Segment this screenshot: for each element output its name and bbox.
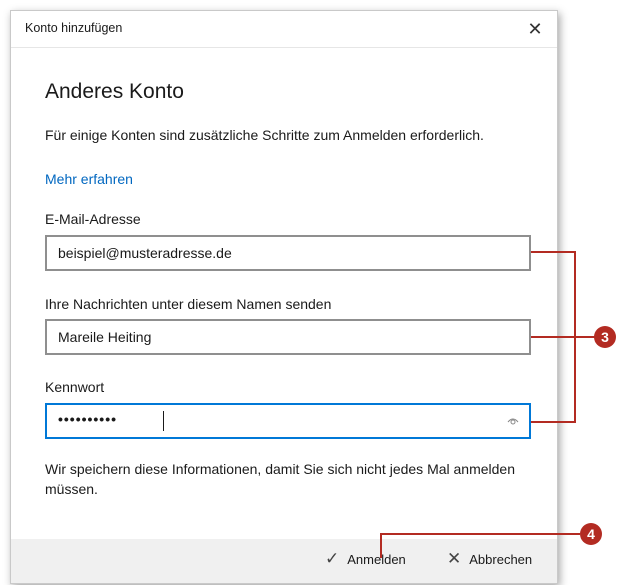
dialog-title: Konto hinzufügen xyxy=(25,21,123,35)
checkmark-icon: ✓ xyxy=(325,549,340,568)
callout-line-name xyxy=(531,336,596,338)
signin-button[interactable]: ✓ Anmelden xyxy=(325,549,406,568)
callout-badge-3: 3 xyxy=(594,326,616,348)
dialog-footer: ✓ Anmelden ✕ Abbrechen xyxy=(11,539,557,583)
cancel-label: Abbrechen xyxy=(469,551,533,567)
password-label: Kennwort xyxy=(45,379,105,395)
close-icon: ✕ xyxy=(447,549,462,568)
text-caret xyxy=(163,411,164,431)
learn-more-link[interactable]: Mehr erfahren xyxy=(45,171,133,187)
email-value: beispiel@musteradresse.de xyxy=(58,245,232,261)
callout-bracket xyxy=(574,251,576,423)
reveal-password-icon[interactable] xyxy=(507,415,519,427)
email-label: E-Mail-Adresse xyxy=(45,211,141,227)
callout-line-signin-h xyxy=(380,533,580,535)
display-name-value: Mareile Heiting xyxy=(58,329,152,345)
description-text: Für einige Konten sind zusätzliche Schri… xyxy=(45,127,484,143)
close-icon[interactable]: ✕ xyxy=(521,15,549,43)
password-field[interactable]: •••••••••• xyxy=(45,403,531,439)
callout-line-email xyxy=(531,251,576,253)
signin-label: Anmelden xyxy=(347,551,406,567)
callout-line-signin-v xyxy=(380,533,382,558)
callout-line-password xyxy=(531,421,576,423)
email-field[interactable]: beispiel@musteradresse.de xyxy=(45,235,531,271)
add-account-dialog: Konto hinzufügen ✕ Anderes Konto Für ein… xyxy=(10,10,558,584)
display-name-label: Ihre Nachrichten unter diesem Namen send… xyxy=(45,296,332,312)
callout-badge-4: 4 xyxy=(580,523,602,545)
password-value: •••••••••• xyxy=(58,411,118,427)
page-heading: Anderes Konto xyxy=(45,80,184,103)
cancel-button[interactable]: ✕ Abbrechen xyxy=(447,549,533,568)
title-bar: Konto hinzufügen ✕ xyxy=(11,11,557,48)
display-name-field[interactable]: Mareile Heiting xyxy=(45,319,531,355)
storage-note: Wir speichern diese Informationen, damit… xyxy=(45,461,516,497)
